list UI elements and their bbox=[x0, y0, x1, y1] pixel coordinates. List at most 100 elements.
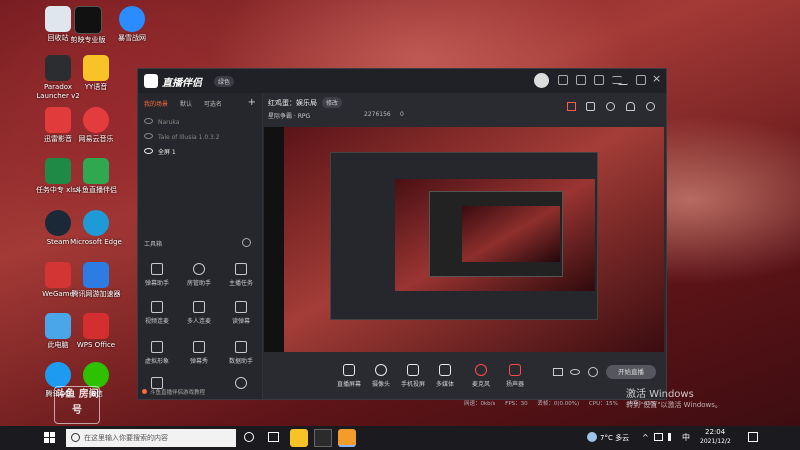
wps-icon bbox=[83, 313, 109, 339]
minimize-icon[interactable] bbox=[618, 75, 628, 85]
taskbar-app-yy[interactable] bbox=[290, 429, 308, 447]
settings-icon[interactable] bbox=[588, 367, 598, 377]
room-name: 红鸡蛋：娱乐局 bbox=[268, 99, 317, 107]
eye-icon[interactable] bbox=[144, 133, 153, 139]
add-scene-button[interactable]: + bbox=[248, 97, 256, 108]
tool-extra-2[interactable] bbox=[224, 377, 258, 392]
desktop-icon-netease-music[interactable]: 网易云音乐 bbox=[70, 107, 122, 144]
app-logo-icon bbox=[144, 74, 158, 88]
steam-icon bbox=[45, 210, 71, 236]
taskbar-app-document[interactable] bbox=[314, 429, 332, 447]
tool-danmu-helper[interactable]: 弹幕助手 bbox=[140, 263, 174, 287]
scene-item[interactable]: 全屏 1 bbox=[144, 145, 258, 160]
skin-icon[interactable] bbox=[576, 75, 586, 85]
maximize-icon[interactable] bbox=[636, 75, 646, 85]
tool-data-helper[interactable]: 数据助手 bbox=[224, 341, 258, 365]
eye-icon[interactable] bbox=[144, 148, 153, 154]
phone-icon bbox=[407, 364, 419, 376]
viewer-count: 2276156 bbox=[364, 111, 391, 118]
task-view-icon[interactable] bbox=[268, 432, 279, 442]
toolbox-label: 工具箱 bbox=[144, 241, 163, 248]
start-button[interactable] bbox=[44, 432, 55, 443]
desktop-icon-yy[interactable]: YY语音 bbox=[70, 55, 122, 92]
tool-video-link[interactable]: 视频连麦 bbox=[140, 301, 174, 325]
jianying-icon bbox=[74, 6, 102, 34]
stream-preview[interactable] bbox=[264, 127, 664, 352]
lock-icon[interactable] bbox=[586, 102, 595, 111]
close-icon[interactable]: × bbox=[652, 72, 661, 85]
multimedia-button[interactable]: 多媒体 bbox=[426, 364, 464, 388]
input-method-icon[interactable]: 中 bbox=[682, 432, 690, 443]
cortana-icon[interactable] bbox=[244, 432, 254, 442]
microphone-icon bbox=[475, 364, 487, 376]
clock-date[interactable]: 2021/12/2 bbox=[700, 438, 731, 445]
settings-icon[interactable] bbox=[606, 102, 615, 111]
read-danmu-icon bbox=[235, 301, 247, 313]
scene-item[interactable]: Tale of Illusia 1.0.3.2 bbox=[144, 130, 258, 145]
search-icon bbox=[71, 433, 80, 442]
weather-icon[interactable] bbox=[587, 432, 597, 442]
weather[interactable]: 7°C 多云 bbox=[600, 433, 629, 443]
eye-icon[interactable] bbox=[570, 369, 580, 375]
toolbox-more-icon[interactable] bbox=[242, 238, 251, 247]
avatar[interactable] bbox=[534, 73, 549, 88]
filter-icon[interactable] bbox=[594, 75, 604, 85]
title-bar: 直播伴侣 绿色 × bbox=[138, 69, 666, 93]
battlenet-icon bbox=[119, 6, 145, 32]
share-icon[interactable] bbox=[646, 102, 655, 111]
nested-preview-2 bbox=[462, 206, 560, 262]
microphone-button[interactable]: 麦克风 bbox=[462, 364, 500, 388]
tool-room-admin[interactable]: 房管助手 bbox=[182, 263, 216, 287]
task-icon bbox=[235, 263, 247, 275]
eye-icon[interactable] bbox=[144, 118, 153, 124]
search-input[interactable]: 在这里输入你要搜索的内容 bbox=[84, 433, 168, 443]
notification-icon[interactable] bbox=[748, 432, 758, 442]
desktop-icon-tencent-accel[interactable]: 腾讯网游加速器 bbox=[70, 262, 122, 299]
gift-icon[interactable] bbox=[567, 102, 576, 111]
tencent-accelerator-icon bbox=[83, 262, 109, 288]
record-icon[interactable] bbox=[553, 368, 563, 376]
volume-icon[interactable] bbox=[668, 433, 676, 441]
douyu-watermark: 斗鱼 房间号 bbox=[54, 386, 100, 424]
tab-my-scenes[interactable]: 我的场景 bbox=[144, 101, 168, 108]
tool-danmu-show[interactable]: 弹幕秀 bbox=[182, 341, 216, 365]
nested-preview bbox=[395, 179, 595, 291]
scene-list: Naruka Tale of Illusia 1.0.3.2 全屏 1 bbox=[144, 115, 258, 160]
desktop-icon-battlenet[interactable]: 暴雪战网 bbox=[106, 6, 158, 43]
message-icon[interactable] bbox=[558, 75, 568, 85]
desktop-icon-douyu[interactable]: 斗鱼直播伴侣 bbox=[70, 158, 122, 195]
danmu-show-icon bbox=[193, 341, 205, 353]
speaker-button[interactable]: 扬声器 bbox=[496, 364, 534, 388]
yy-icon bbox=[83, 55, 109, 81]
monitor-icon bbox=[343, 364, 355, 376]
play-icon bbox=[439, 364, 451, 376]
app-badge: 绿色 bbox=[214, 76, 235, 87]
camera-icon bbox=[375, 364, 387, 376]
start-stream-button[interactable]: 开始直播 bbox=[606, 365, 656, 379]
sidebar-footer[interactable]: 斗鱼直播伴侣游戏教程 bbox=[142, 388, 205, 396]
taskbar-app-douyu[interactable] bbox=[338, 429, 356, 447]
tool-streamer-tasks[interactable]: 主播任务 bbox=[224, 263, 258, 287]
bell-icon[interactable] bbox=[626, 102, 635, 111]
tool-read-danmu[interactable]: 读弹幕 bbox=[224, 301, 258, 325]
tray-chevron-icon[interactable]: ^ bbox=[642, 433, 649, 442]
tab-optional[interactable]: 可选名 bbox=[204, 101, 222, 108]
desktop-icon-wps[interactable]: WPS Office bbox=[70, 313, 122, 350]
share-icon bbox=[235, 377, 247, 389]
sidebar: 我的场景 默认 可选名 + Naruka Tale of Illusia 1.0… bbox=[138, 93, 263, 399]
edit-room-button[interactable]: 修改 bbox=[322, 97, 343, 108]
desktop-icon-edge[interactable]: Microsoft Edge bbox=[70, 210, 122, 247]
network-icon[interactable] bbox=[654, 433, 663, 441]
scene-item[interactable]: Naruka bbox=[144, 115, 258, 130]
tab-default[interactable]: 默认 bbox=[180, 101, 192, 108]
clock-time[interactable]: 22:04 bbox=[705, 428, 725, 436]
tool-virtual-avatar[interactable]: 虚拟形象 bbox=[140, 341, 174, 365]
tool-multi-link[interactable]: 多人连麦 bbox=[182, 301, 216, 325]
qq-icon bbox=[45, 362, 71, 388]
excel-file-icon bbox=[45, 158, 71, 184]
streaming-app-window: 直播伴侣 绿色 × 我的场景 默认 可选名 + Naruka Tale of I… bbox=[137, 68, 667, 400]
category[interactable]: 星际争霸 · RPG bbox=[268, 111, 310, 120]
preview-app-window bbox=[330, 152, 598, 320]
search-box[interactable]: 在这里输入你要搜索的内容 bbox=[66, 429, 236, 447]
danmu-icon bbox=[151, 263, 163, 275]
